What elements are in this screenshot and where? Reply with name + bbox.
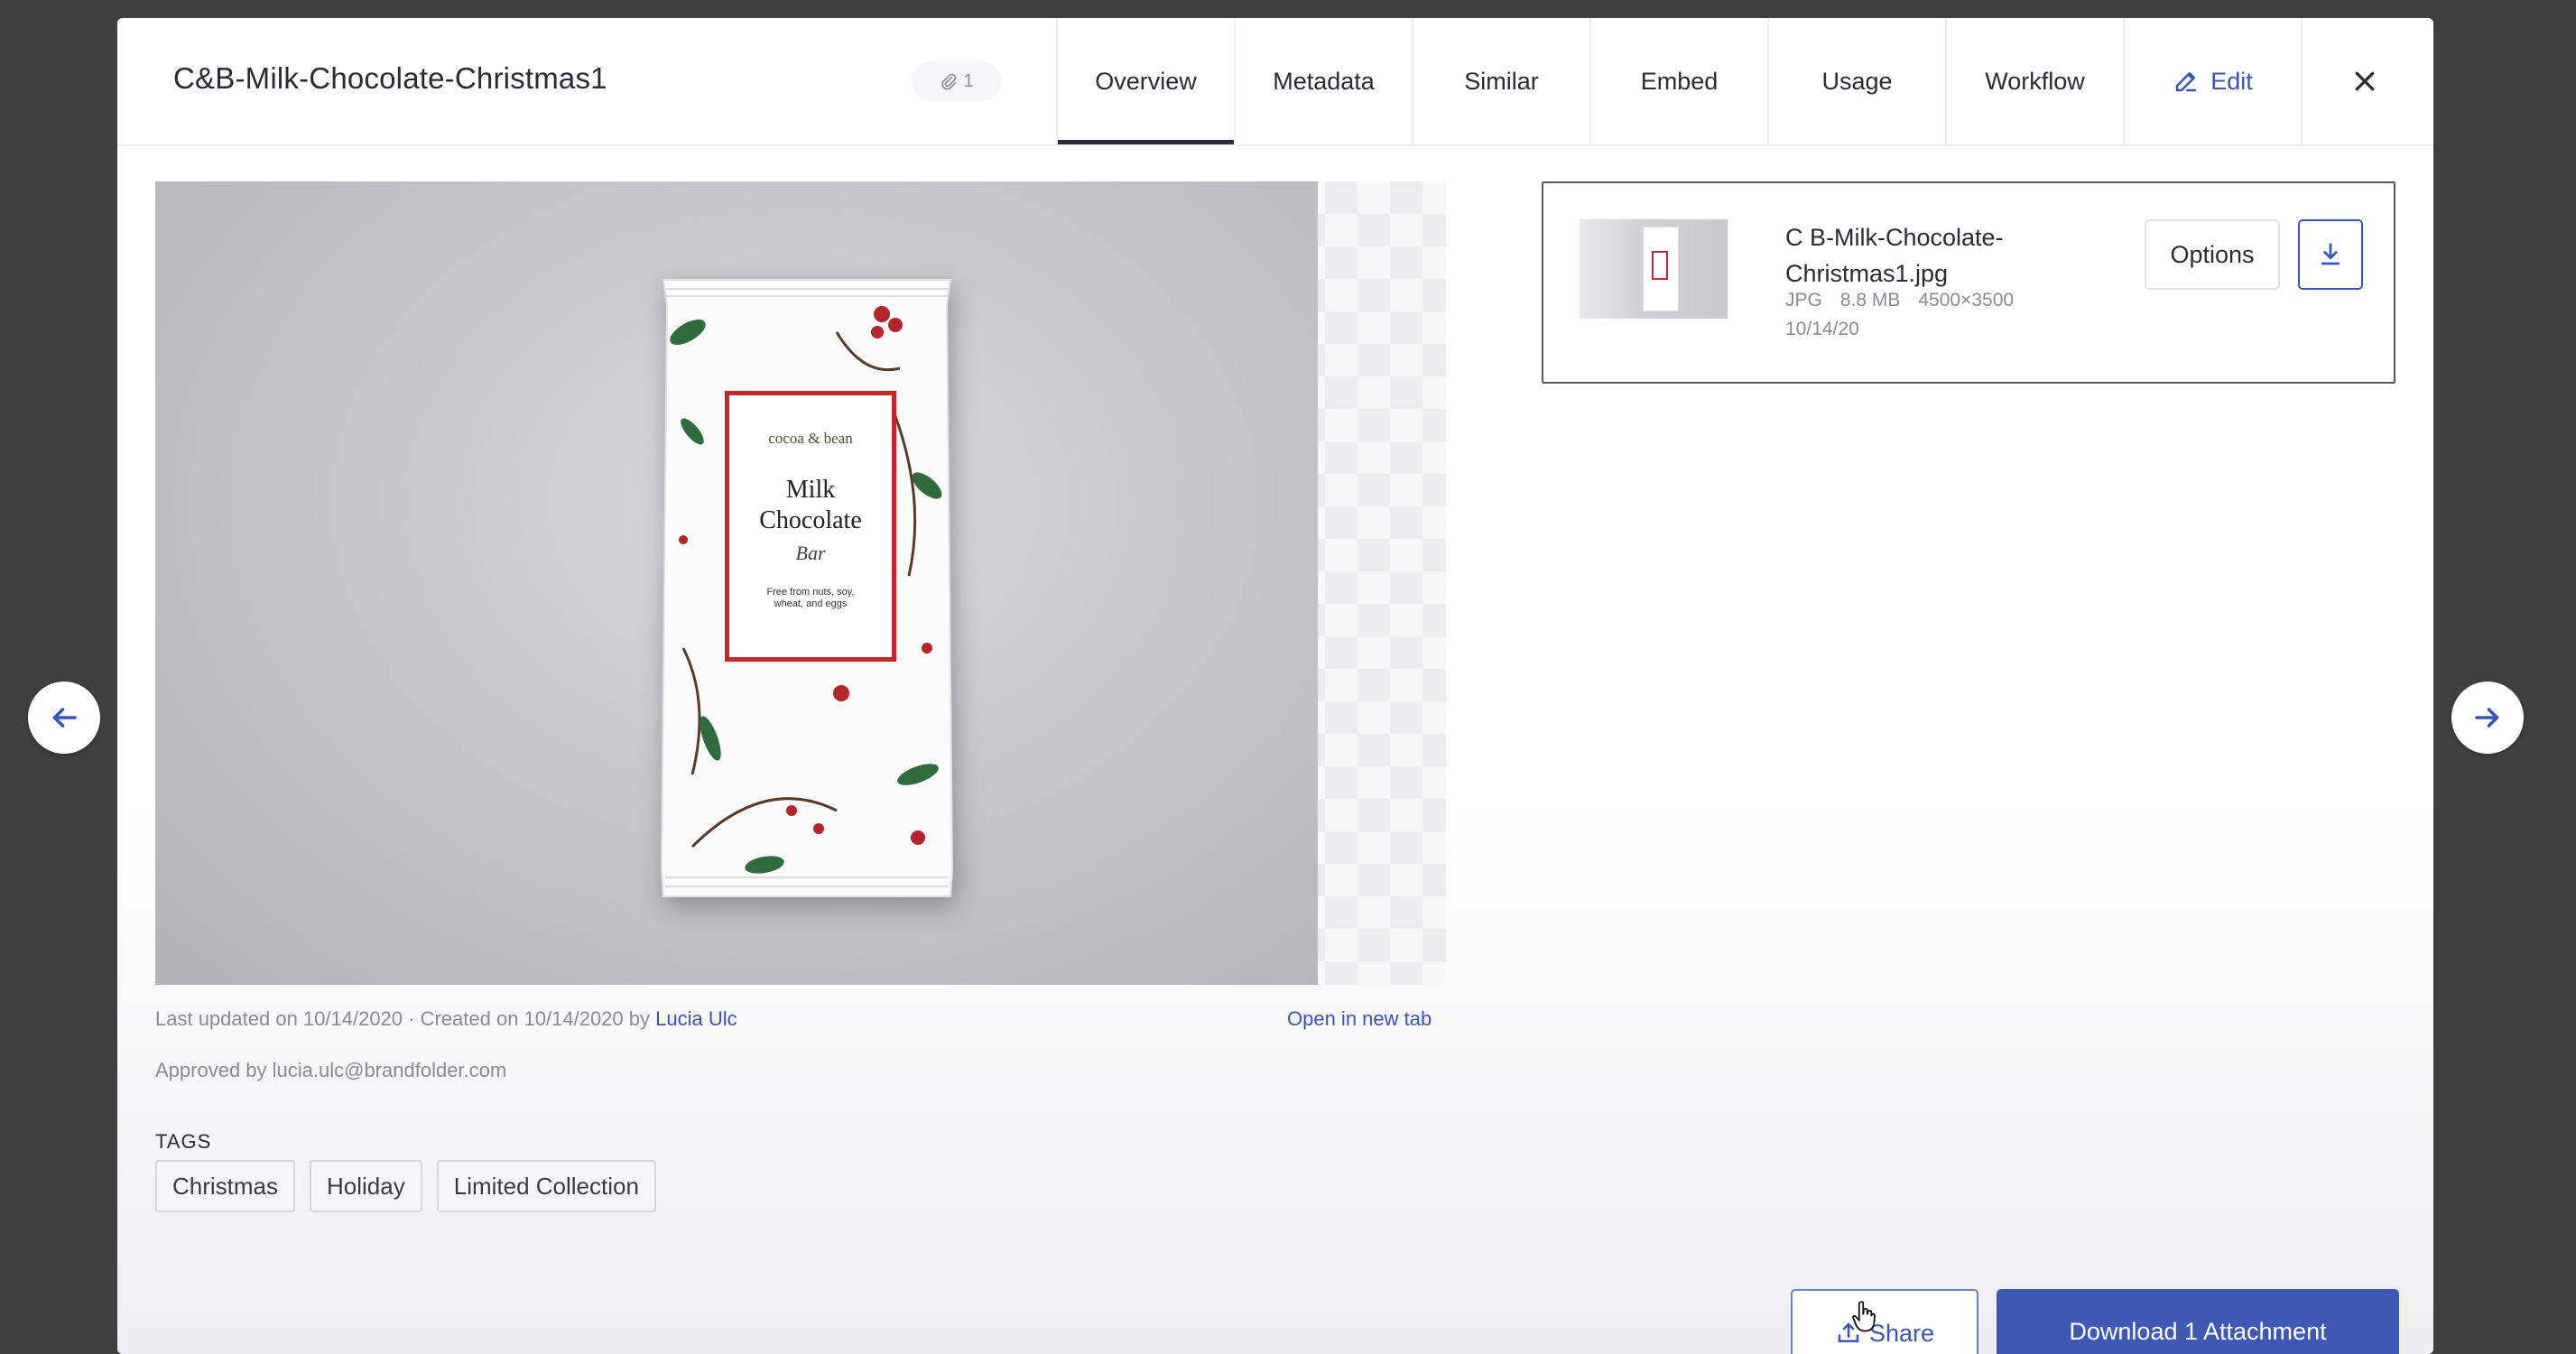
attachment-count-badge[interactable]: 1	[912, 61, 1002, 101]
arrow-left-icon	[52, 708, 77, 728]
share-label: Share	[1868, 1320, 1935, 1347]
bar-brand: cocoa & bean	[768, 430, 853, 447]
hand-cursor-icon	[1852, 1301, 1876, 1332]
download-button[interactable]	[2298, 219, 2363, 290]
tab-overview-label: Overview	[1095, 67, 1197, 95]
arrow-right-icon	[2475, 708, 2499, 728]
share-button[interactable]: Share	[1791, 1289, 1978, 1354]
asset-dates: Last updated on 10/14/2020 · Created on …	[155, 1007, 737, 1031]
tags-heading: TAGS	[155, 1130, 212, 1153]
tab-bar: Overview Metadata Similar Embed Usage Wo…	[1056, 18, 2427, 144]
attachment-count: 1	[963, 70, 974, 91]
file-dimensions: 4500×3500	[1918, 290, 2015, 311]
tag-list: Christmas Holiday Limited Collection	[155, 1160, 656, 1212]
tab-overview[interactable]: Overview	[1056, 18, 1234, 144]
bar-product-line1: Milk	[785, 476, 836, 504]
pencil-icon	[2175, 72, 2197, 92]
close-icon	[2355, 71, 2375, 91]
asset-modal: C&B-Milk-Chocolate-Christmas1 1 Overview…	[117, 18, 2433, 1354]
attachment-thumbnail[interactable]	[1580, 219, 1728, 319]
tab-metadata[interactable]: Metadata	[1234, 18, 1412, 144]
edit-label: Edit	[2210, 67, 2253, 95]
tab-workflow[interactable]: Workflow	[1945, 18, 2123, 144]
open-new-tab-link[interactable]: Open in new tab	[1287, 1007, 1432, 1031]
close-button[interactable]	[2301, 18, 2427, 144]
attachment-card[interactable]: C B-Milk-Chocolate-Christmas1.jpg JPG 8.…	[1542, 181, 2395, 384]
asset-title: C&B-Milk-Chocolate-Christmas1	[173, 61, 607, 95]
bar-script: Bar	[795, 542, 826, 564]
bar-product-line2: Chocolate	[759, 506, 862, 534]
thumbnail-bar	[1643, 227, 1679, 311]
tab-similar-label: Similar	[1464, 67, 1539, 95]
attachment-file-meta: JPG 8.8 MB 4500×3500	[1785, 290, 2014, 311]
tab-usage[interactable]: Usage	[1767, 18, 1945, 144]
bar-product-name: Milk Chocolate	[729, 475, 892, 536]
file-size: 8.8 MB	[1839, 290, 1901, 311]
bar-label: cocoa & bean Milk Chocolate Bar Free fro…	[725, 391, 896, 662]
chocolate-bar-image: cocoa & bean Milk Chocolate Bar Free fro…	[656, 269, 958, 905]
attachment-file-name: C B-Milk-Chocolate-Christmas1.jpg	[1785, 224, 2004, 287]
tag-holiday[interactable]: Holiday	[310, 1160, 422, 1212]
bar-note: Free from nuts, soy, wheat, and eggs	[766, 587, 855, 609]
download-all-button[interactable]: Download 1 Attachment	[1997, 1289, 2399, 1354]
tab-embed-label: Embed	[1640, 67, 1719, 95]
edit-button[interactable]: Edit	[2123, 18, 2301, 144]
file-format: JPG	[1785, 290, 1822, 311]
download-icon	[2321, 243, 2340, 265]
dates-text: Last updated on 10/14/2020 · Created on …	[155, 1007, 656, 1030]
tab-embed[interactable]: Embed	[1589, 18, 1767, 144]
tab-metadata-label: Metadata	[1273, 67, 1375, 95]
tag-christmas[interactable]: Christmas	[155, 1160, 296, 1212]
attachment-date: 10/14/20	[1785, 319, 1859, 339]
preview-photo: cocoa & bean Milk Chocolate Bar Free fro…	[155, 181, 1318, 985]
tab-usage-label: Usage	[1821, 67, 1893, 95]
options-button[interactable]: Options	[2145, 219, 2280, 290]
paperclip-icon	[941, 73, 957, 90]
author-link[interactable]: Lucia Ulc	[655, 1007, 737, 1030]
tab-similar[interactable]: Similar	[1412, 18, 1589, 144]
tab-workflow-label: Workflow	[1985, 67, 2085, 95]
previous-asset-button[interactable]	[28, 682, 100, 754]
asset-preview[interactable]: cocoa & bean Milk Chocolate Bar Free fro…	[155, 181, 1446, 985]
tag-limited-collection[interactable]: Limited Collection	[436, 1160, 656, 1212]
modal-header: C&B-Milk-Chocolate-Christmas1 1 Overview…	[117, 18, 2433, 146]
approved-by: Approved by lucia.ulc@brandfolder.com	[155, 1059, 507, 1081]
next-asset-button[interactable]	[2451, 682, 2524, 754]
